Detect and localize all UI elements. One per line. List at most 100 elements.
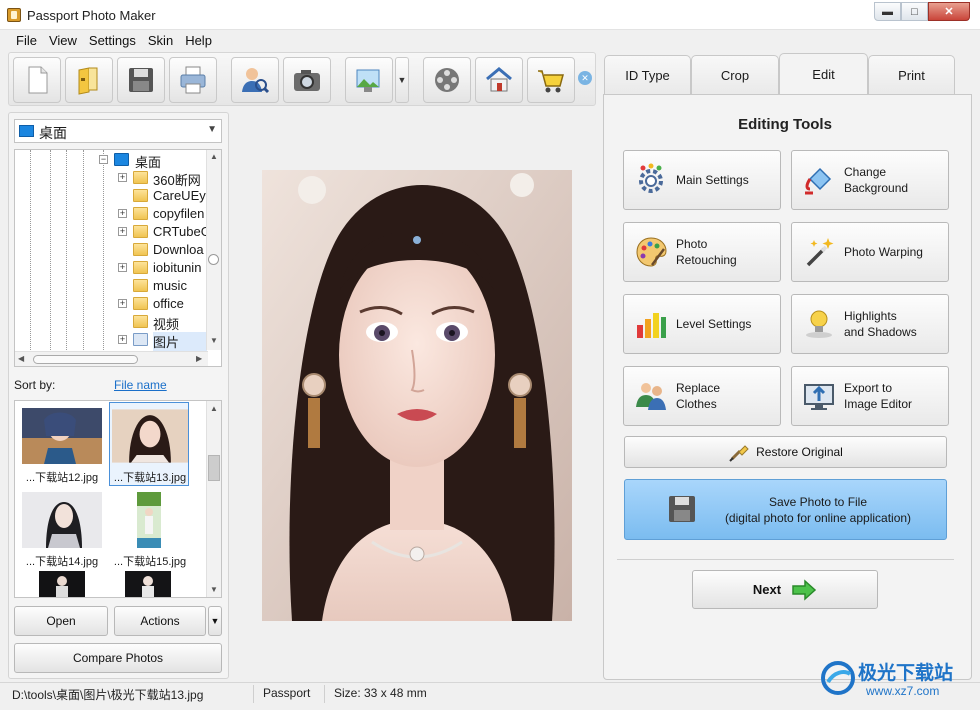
tab-edit[interactable]: Edit xyxy=(779,53,868,95)
tree-item[interactable]: 视频 xyxy=(15,313,209,332)
menu-help[interactable]: Help xyxy=(179,31,218,51)
scroll-down-icon[interactable]: ▼ xyxy=(210,336,218,345)
tool-label: Level Settings xyxy=(676,317,752,331)
minimize-button[interactable]: ▬ xyxy=(874,2,901,21)
thumbnail-item[interactable]: ...下载站14.jpg xyxy=(17,487,109,571)
find-person-button[interactable] xyxy=(231,57,279,103)
camera-button[interactable] xyxy=(283,57,331,103)
tab-print[interactable]: Print xyxy=(868,55,955,95)
tree-item[interactable]: Downloa xyxy=(15,241,209,259)
thumbnail-item[interactable] xyxy=(125,571,171,597)
light-bulb-icon xyxy=(806,310,832,338)
menu-settings[interactable]: Settings xyxy=(83,31,142,51)
replace-clothes-button[interactable]: Replace Clothes xyxy=(623,366,781,426)
tree-item[interactable]: + copyfilen xyxy=(15,205,209,223)
tree-item[interactable]: music xyxy=(15,277,209,295)
tree-item-selected[interactable]: + 图片 xyxy=(15,331,209,351)
actions-button[interactable]: Actions xyxy=(114,606,206,636)
shop-button[interactable] xyxy=(527,57,575,103)
photo-preview[interactable] xyxy=(262,170,572,621)
collapse-icon[interactable]: − xyxy=(99,155,108,164)
maximize-button[interactable]: □ xyxy=(901,2,928,21)
watermark-url: www.xz7.com xyxy=(866,684,940,698)
scroll-thumb[interactable] xyxy=(208,254,219,265)
tree-item-root[interactable]: − 桌面 xyxy=(15,151,209,170)
expand-icon[interactable]: + xyxy=(118,173,127,182)
tree-item[interactable]: + 360断网 xyxy=(15,169,209,188)
thumbnail-image xyxy=(112,409,188,463)
tree-item[interactable]: + CRTubeG xyxy=(15,223,209,241)
gear-settings-icon xyxy=(639,163,663,193)
thumbnail-item[interactable] xyxy=(39,571,85,597)
scroll-thumb[interactable] xyxy=(33,355,138,364)
enhance-dropdown-button[interactable]: ▼ xyxy=(395,57,409,103)
tree-item[interactable]: + iobitunin xyxy=(15,259,209,277)
chevron-down-icon: ▼ xyxy=(207,124,217,135)
open-button[interactable] xyxy=(65,57,113,103)
toolbar-close-icon[interactable]: ✕ xyxy=(578,71,592,85)
restore-original-button[interactable]: Restore Original xyxy=(624,436,947,468)
open-button[interactable]: Open xyxy=(14,606,108,636)
tab-crop[interactable]: Crop xyxy=(691,55,779,95)
thumbnail-scrollbar[interactable]: ▲ ▼ xyxy=(206,401,221,597)
menu-view[interactable]: View xyxy=(43,31,83,51)
scroll-up-icon[interactable]: ▲ xyxy=(210,404,218,413)
scroll-up-icon[interactable]: ▲ xyxy=(210,152,218,161)
scroll-down-icon[interactable]: ▼ xyxy=(210,585,218,594)
next-button[interactable]: Next xyxy=(692,570,878,609)
title-bar: Passport Photo Maker ▬ □ ✕ xyxy=(0,0,980,30)
tree-item[interactable]: CareUEye xyxy=(15,187,209,205)
thumbnail-item[interactable]: ...下载站12.jpg xyxy=(17,403,109,487)
new-button[interactable] xyxy=(13,57,61,103)
folder-icon xyxy=(133,279,148,292)
folder-icon xyxy=(133,297,148,310)
close-button[interactable]: ✕ xyxy=(928,2,970,21)
scroll-right-icon[interactable]: ▶ xyxy=(196,354,202,363)
scroll-left-icon[interactable]: ◀ xyxy=(18,354,24,363)
tree-item-label: Downloa xyxy=(153,242,204,257)
tree-item-label: music xyxy=(153,278,187,293)
expand-icon[interactable]: + xyxy=(118,209,127,218)
menu-file[interactable]: File xyxy=(10,31,43,51)
actions-dropdown-button[interactable]: ▼ xyxy=(208,606,222,636)
expand-icon[interactable]: + xyxy=(118,263,127,272)
save-photo-button[interactable]: Save Photo to File (digital photo for on… xyxy=(624,479,947,540)
image-enhance-button[interactable] xyxy=(345,57,393,103)
home-button[interactable] xyxy=(475,57,523,103)
tree-vertical-scrollbar[interactable]: ▲ ▼ xyxy=(206,150,221,350)
change-background-button[interactable]: Change Background xyxy=(791,150,949,210)
tool-label: Change Background xyxy=(844,165,909,195)
expand-icon[interactable]: + xyxy=(118,335,127,344)
camera-icon xyxy=(294,70,320,91)
portrait-image xyxy=(262,170,572,621)
compare-photos-button[interactable]: Compare Photos xyxy=(14,643,222,673)
folder-tree[interactable]: − 桌面 + 360断网 CareUEye + copyfilen + CRTu… xyxy=(14,149,222,367)
tab-id-type[interactable]: ID Type xyxy=(604,55,691,95)
thumbnail-image xyxy=(125,571,171,597)
photo-retouching-button[interactable]: Photo Retouching xyxy=(623,222,781,282)
scroll-thumb[interactable] xyxy=(208,455,220,481)
tool-label: Photo Warping xyxy=(844,245,923,259)
level-settings-button[interactable]: Level Settings xyxy=(623,294,781,354)
highlights-shadows-button[interactable]: Highlights and Shadows xyxy=(791,294,949,354)
thumbnail-image xyxy=(137,492,161,548)
export-image-editor-button[interactable]: Export to Image Editor xyxy=(791,366,949,426)
toolbar: ▼ xyxy=(8,52,596,106)
expand-icon[interactable]: + xyxy=(118,299,127,308)
tree-item[interactable]: + office xyxy=(15,295,209,313)
menu-skin[interactable]: Skin xyxy=(142,31,179,51)
thumbnail-item-selected[interactable]: ...下载站13.jpg xyxy=(109,402,189,486)
watermark-logo-icon xyxy=(821,661,855,695)
sort-by-link[interactable]: File name xyxy=(114,378,167,392)
video-button[interactable] xyxy=(423,57,471,103)
folder-icon xyxy=(133,189,148,202)
thumbnail-item[interactable]: ...下载站15.jpg xyxy=(109,487,191,571)
expand-icon[interactable]: + xyxy=(118,227,127,236)
print-button[interactable] xyxy=(169,57,217,103)
save-button[interactable] xyxy=(117,57,165,103)
tree-horizontal-scrollbar[interactable]: ◀ ▶ xyxy=(15,351,208,366)
photo-warping-button[interactable]: Photo Warping xyxy=(791,222,949,282)
folder-dropdown[interactable]: 桌面 ▼ xyxy=(14,119,222,143)
main-settings-button[interactable]: Main Settings xyxy=(623,150,781,210)
thumbnail-list[interactable]: ...下载站12.jpg ...下载站13.jpg ...下载站14.jpg .… xyxy=(14,400,222,598)
